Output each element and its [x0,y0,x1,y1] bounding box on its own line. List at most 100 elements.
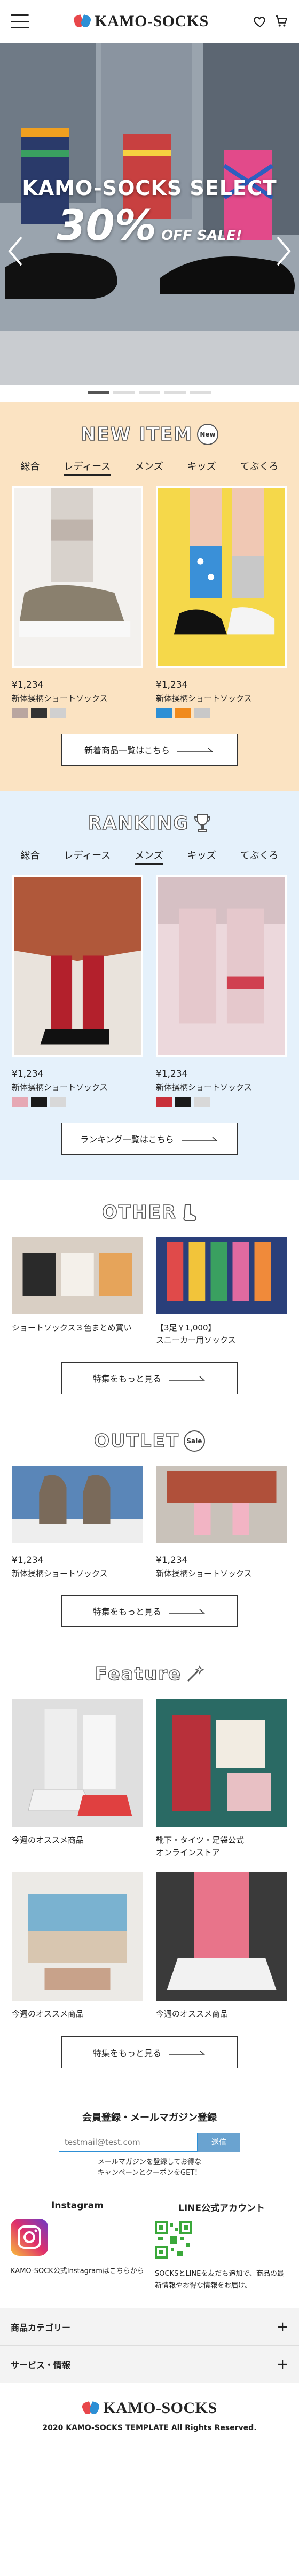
copyright: 2020 KAMO-SOCKS TEMPLATE All Rights Rese… [42,2424,257,2433]
instagram-text: KAMO-SOCK公式Instagramはこちらから [11,2267,144,2276]
heart-icon[interactable] [253,14,267,28]
new-items-list-button[interactable]: 新着商品一覧はこちら [61,734,238,766]
footer-accordion: 商品カテゴリー + サービス・情報 + [0,2308,299,2384]
line-text: SOCKSとLINEを友だち追加で、商品の最新情報やお得な情報をお届け。 [155,2270,284,2290]
product-card[interactable]: ¥1,234 新体操柄ショートソックス [12,486,143,718]
instagram-icon[interactable] [11,2219,48,2256]
plus-icon: + [277,2318,288,2335]
color-swatch[interactable] [50,708,66,718]
product-name: 新体操柄ショートソックス [12,1569,108,1578]
slider-dot[interactable] [190,391,211,394]
other-more-button[interactable]: 特集をもっと見る [61,1362,238,1394]
feature-caption: 今週のオススメ商品 [12,1835,84,1845]
feature-card[interactable]: 今週のオススメ商品 [12,1872,143,2020]
hero-slider[interactable]: KAMO-SOCKS SELECT 30% OFF SALE! [0,43,299,385]
arrow-right-icon [177,748,214,752]
ranking-tabs: 総合 レディース メンズ キッズ てぶくろ [0,848,299,865]
site-logo[interactable]: KAMO-SOCKS [73,12,208,30]
feature-card[interactable]: 今週のオススメ商品 [12,1699,143,1858]
tab-kids[interactable]: キッズ [187,848,216,865]
tab-gloves[interactable]: てぶくろ [240,848,278,865]
tab-ladies[interactable]: レディース [64,459,111,476]
feature-more-button[interactable]: 特集をもっと見る [61,2036,238,2068]
accordion-product-category[interactable]: 商品カテゴリー + [0,2308,299,2346]
product-image [156,1466,287,1543]
outlet-title: OUTLET [93,1430,179,1452]
logo-mark [73,14,92,29]
button-label: 特集をもっと見る [92,1607,161,1617]
slider-dot[interactable] [164,391,186,394]
color-swatch[interactable] [175,1097,191,1107]
feature-card[interactable]: 今週のオススメ商品 [156,1872,287,2020]
trophy-icon [194,814,211,832]
product-name: 新体操柄ショートソックス [12,1083,108,1092]
color-swatch[interactable] [194,1097,210,1107]
menu-icon[interactable] [11,14,29,28]
cart-icon[interactable] [274,14,288,28]
arrow-right-icon [181,1137,218,1141]
other-title: OTHER [101,1201,177,1224]
logo-text: KAMO-SOCKS [103,2399,217,2417]
footer-logo[interactable]: KAMO-SOCKS [0,2399,299,2417]
product-grid: ¥1,234 新体操柄ショートソックス ¥1,234 新体操柄ショートソックス [0,875,299,1107]
tab-mens[interactable]: メンズ [135,848,163,865]
header-icons [253,14,288,28]
sock-icon [183,1204,196,1221]
feature-image [156,1237,287,1314]
accordion-service-info[interactable]: サービス・情報 + [0,2346,299,2384]
line-block: LINE公式アカウント SOCKSとLINEを友だち追加で、商品の最新情報やお得… [155,2200,288,2292]
color-swatches [12,708,143,718]
tab-all[interactable]: 総合 [20,459,40,476]
logo-text: KAMO-SOCKS [95,12,209,30]
tab-ladies[interactable]: レディース [64,848,111,865]
site-footer: KAMO-SOCKS 2020 KAMO-SOCKS TEMPLATE All … [0,2383,299,2452]
section-title: Feature [0,1663,299,1685]
color-swatch[interactable] [12,1097,28,1107]
color-swatch[interactable] [12,708,28,718]
product-name: 新体操柄ショートソックス [156,1569,252,1578]
feature-caption: ショートソックス３色まとめ買い [12,1323,132,1333]
tab-kids[interactable]: キッズ [187,459,216,476]
slider-dot[interactable] [113,391,135,394]
color-swatch[interactable] [156,1097,172,1107]
outlet-more-button[interactable]: 特集をもっと見る [61,1595,238,1627]
feature-image [12,1237,143,1314]
sale-badge: Sale [183,1430,205,1452]
email-field[interactable] [59,2132,198,2152]
product-price: ¥1,234 [12,1555,44,1566]
qr-code-icon[interactable] [155,2221,192,2259]
tab-gloves[interactable]: てぶくろ [240,459,278,476]
color-swatches [156,708,287,718]
product-card[interactable]: ¥1,234 新体操柄ショートソックス [12,1466,143,1579]
tab-all[interactable]: 総合 [20,848,40,865]
color-swatch[interactable] [31,708,47,718]
other-section: OTHER ショートソックス３色まとめ買い 【3足￥1,000】 スニーカー用ソ… [0,1180,299,1420]
slider-dot[interactable] [139,391,160,394]
color-swatch[interactable] [156,708,172,718]
color-swatches [12,1097,143,1107]
ranking-list-button[interactable]: ランキング一覧はこちら [61,1123,238,1155]
product-card[interactable]: ¥1,234 新体操柄ショートソックス [12,875,143,1107]
chevron-right-icon[interactable] [276,235,292,267]
product-card[interactable]: ¥1,234 新体操柄ショートソックス [156,1466,287,1579]
product-price: ¥1,234 [156,1555,188,1566]
color-swatch[interactable] [175,708,191,718]
color-swatch[interactable] [31,1097,47,1107]
button-label: 特集をもっと見る [92,2048,161,2058]
color-swatch[interactable] [194,708,210,718]
slider-dot[interactable] [88,391,109,394]
feature-card[interactable]: ショートソックス３色まとめ買い [12,1237,143,1346]
feature-image [156,1872,287,2001]
product-card[interactable]: ¥1,234 新体操柄ショートソックス [156,486,287,718]
outlet-grid: ¥1,234 新体操柄ショートソックス ¥1,234 新体操柄ショートソックス [0,1466,299,1579]
product-card[interactable]: ¥1,234 新体操柄ショートソックス [156,875,287,1107]
plus-icon: + [277,2356,288,2372]
product-image [12,1466,143,1543]
tab-mens[interactable]: メンズ [135,459,163,476]
submit-button[interactable]: 送信 [198,2132,240,2152]
color-swatch[interactable] [50,1097,66,1107]
feature-card[interactable]: 靴下・タイツ・足袋公式 オンラインストア [156,1699,287,1858]
chevron-left-icon[interactable] [7,235,23,267]
product-name: 新体操柄ショートソックス [12,694,108,703]
feature-card[interactable]: 【3足￥1,000】 スニーカー用ソックス [156,1237,287,1346]
